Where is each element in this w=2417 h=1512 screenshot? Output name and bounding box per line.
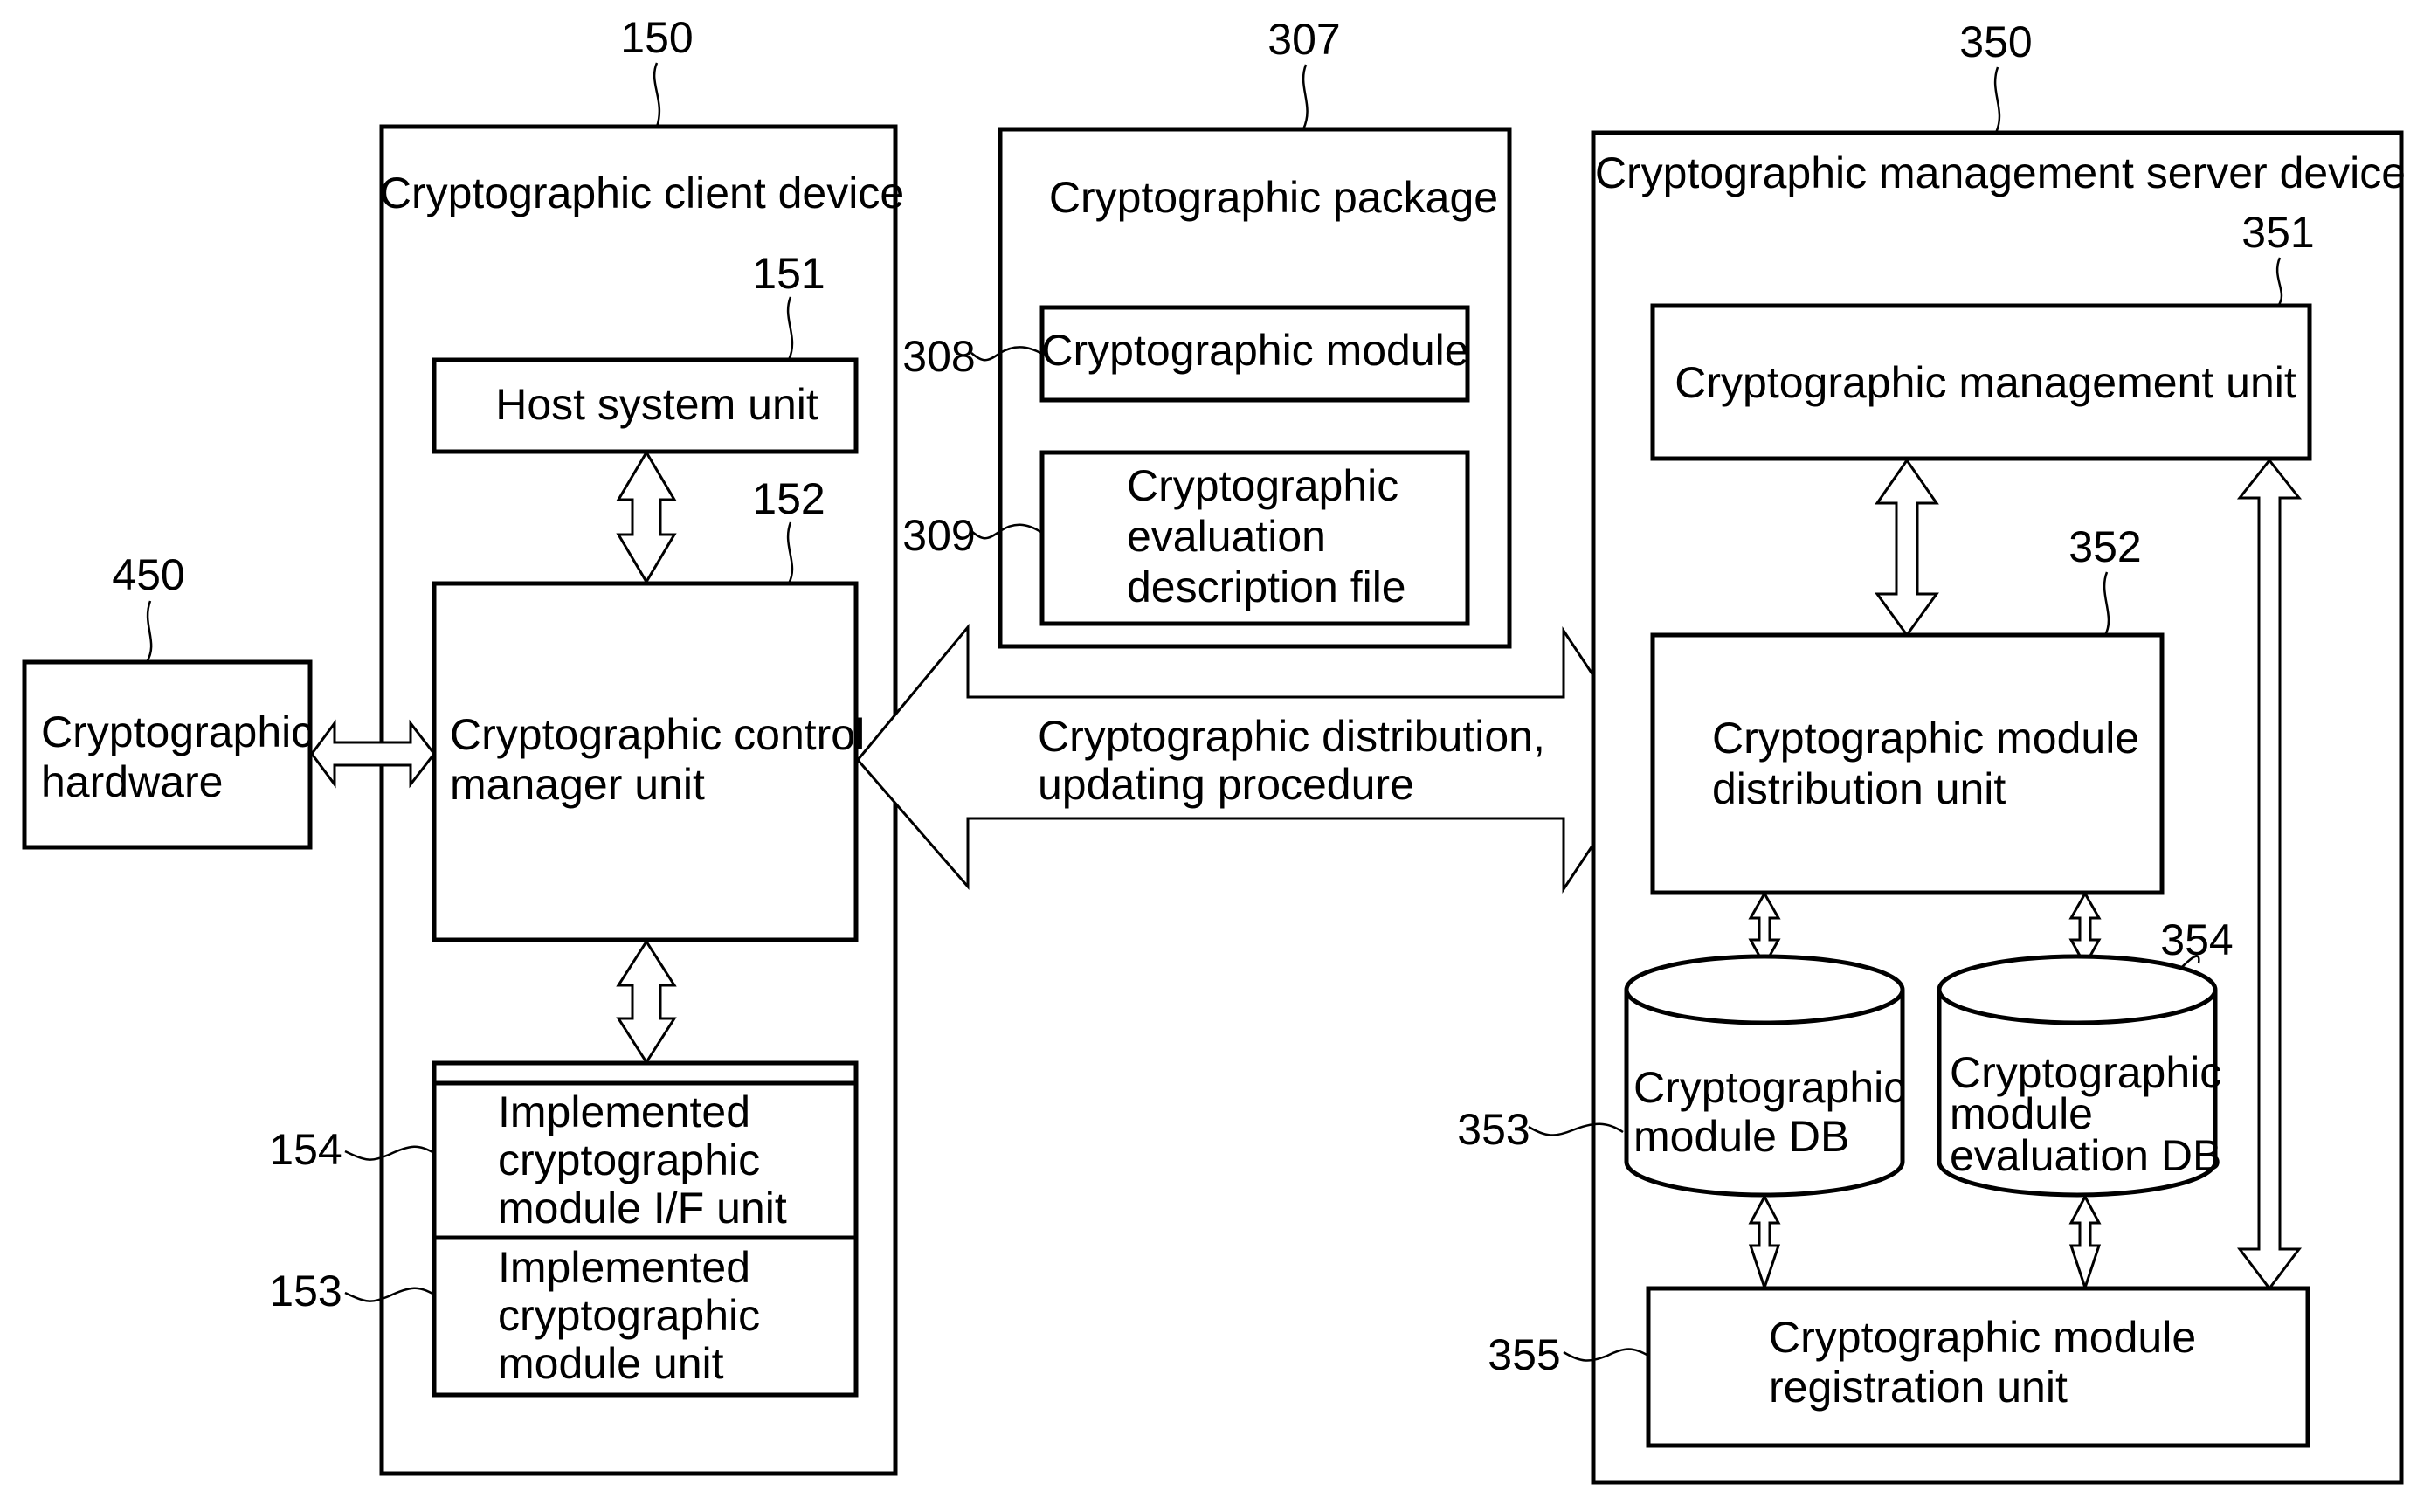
- leader-150: [653, 62, 661, 128]
- ref-352: 352: [2068, 522, 2141, 571]
- cryptographic-hardware: Cryptographic hardware 450: [22, 550, 436, 850]
- ref-309: 309: [902, 511, 975, 560]
- distribution-unit-line-2: distribution unit: [1712, 764, 2006, 813]
- leader-350: [1993, 66, 2001, 134]
- ref-153: 153: [269, 1267, 342, 1315]
- cryptographic-package: 307 Cryptographic package Cryptographic …: [902, 15, 1512, 649]
- ref-351: 351: [2241, 208, 2314, 257]
- ref-353: 353: [1457, 1105, 1530, 1154]
- ref-151: 151: [752, 249, 825, 298]
- leader-450: [145, 600, 153, 663]
- ref-307: 307: [1267, 15, 1340, 64]
- diagram-canvas: 150 Cryptographic client device Host sys…: [22, 13, 2406, 1485]
- module-unit-line-1: Implemented: [498, 1243, 750, 1292]
- distribution-unit-line-1: Cryptographic module: [1712, 714, 2139, 763]
- ref-350: 350: [1959, 17, 2032, 66]
- cryptographic-module-label: Cryptographic module: [1041, 326, 1468, 375]
- control-manager-line-2: manager unit: [450, 760, 705, 809]
- bidirectional-arrow-icon: [310, 719, 436, 789]
- hardware-line-2: hardware: [41, 757, 223, 806]
- module-if-line-1: Implemented: [498, 1087, 750, 1136]
- module-if-line-3: module I/F unit: [498, 1184, 787, 1232]
- evaluation-file-line-1: Cryptographic: [1127, 461, 1398, 510]
- evaluation-file-line-3: description file: [1127, 563, 1406, 611]
- registration-unit-line-1: Cryptographic module: [1769, 1313, 2196, 1362]
- hardware-line-1: Cryptographic: [41, 708, 313, 756]
- registration-unit-line-2: registration unit: [1769, 1363, 2068, 1412]
- module-db-cylinder-top: [1624, 954, 1905, 1025]
- module-db-line-2: module DB: [1633, 1112, 1849, 1161]
- ref-152: 152: [752, 474, 825, 523]
- evaluation-db-cylinder-top: [1937, 954, 2218, 1025]
- ref-450: 450: [112, 550, 184, 599]
- evaluation-file-line-2: evaluation: [1127, 512, 1326, 561]
- distribution-line-1: Cryptographic distribution,: [1038, 712, 1545, 761]
- distribution-line-2: updating procedure: [1038, 760, 1414, 809]
- distribution-arrow: Cryptographic distribution, updating pro…: [856, 623, 1651, 894]
- cryptographic-package-title: Cryptographic package: [1049, 173, 1498, 222]
- client-device-title: Cryptographic client device: [380, 169, 904, 217]
- module-unit-line-2: cryptographic: [498, 1291, 760, 1340]
- server-device: 350 Cryptographic management server devi…: [1457, 17, 2406, 1485]
- leader-307: [1302, 64, 1309, 130]
- host-system-unit-label: Host system unit: [495, 380, 818, 429]
- ref-355: 355: [1488, 1330, 1560, 1379]
- ref-150: 150: [620, 13, 693, 62]
- module-if-line-2: cryptographic: [498, 1136, 760, 1184]
- ref-154: 154: [269, 1125, 342, 1174]
- evaluation-db-line-3: evaluation DB: [1950, 1131, 2221, 1180]
- management-unit-label: Cryptographic management unit: [1675, 358, 2296, 407]
- module-unit-line-3: module unit: [498, 1339, 724, 1388]
- control-manager-line-1: Cryptographic control: [450, 710, 865, 759]
- module-db-line-1: Cryptographic: [1633, 1063, 1905, 1112]
- server-device-title: Cryptographic management server device: [1595, 148, 2406, 197]
- ref-308: 308: [902, 332, 975, 381]
